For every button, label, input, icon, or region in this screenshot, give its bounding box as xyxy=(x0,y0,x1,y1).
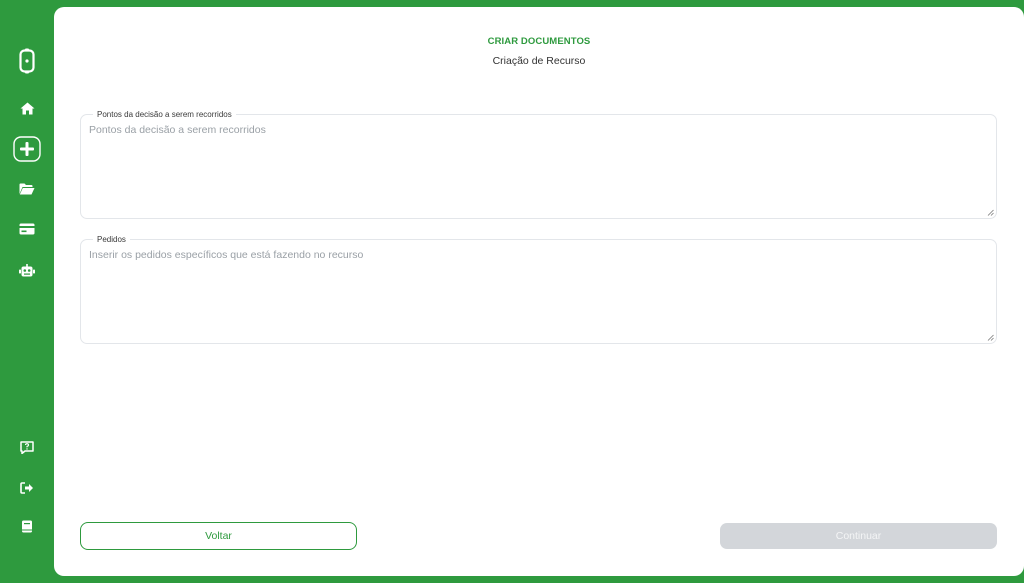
robot-icon[interactable] xyxy=(0,256,54,284)
requests-label: Pedidos xyxy=(93,234,130,245)
decision-points-placeholder[interactable]: Pontos da decisão a serem recorridos xyxy=(89,123,988,210)
decision-points-field[interactable]: Pontos da decisão a serem recorridos Pon… xyxy=(80,109,997,219)
continue-button[interactable]: Continuar xyxy=(720,523,997,549)
add-document-icon[interactable] xyxy=(0,134,54,164)
resize-handle-icon[interactable] xyxy=(987,334,994,341)
back-button[interactable]: Voltar xyxy=(80,522,357,550)
logout-icon[interactable] xyxy=(0,474,54,502)
page-title: CRIAR DOCUMENTOS xyxy=(487,36,591,47)
page-subtitle: Criação de Recurso xyxy=(492,55,586,67)
home-icon[interactable] xyxy=(0,94,54,122)
app-logo-icon[interactable] xyxy=(0,46,54,76)
credit-card-icon[interactable] xyxy=(0,215,54,243)
main-panel: CRIAR DOCUMENTOS Criação de Recurso Pont… xyxy=(54,7,1024,576)
resize-handle-icon[interactable] xyxy=(987,209,994,216)
sidebar xyxy=(0,0,54,583)
requests-placeholder[interactable]: Inserir os pedidos específicos que está … xyxy=(89,248,988,335)
requests-field[interactable]: Pedidos Inserir os pedidos específicos q… xyxy=(80,234,997,344)
help-chat-icon[interactable] xyxy=(0,433,54,461)
folder-open-icon[interactable] xyxy=(0,175,54,203)
book-icon[interactable] xyxy=(0,512,54,540)
decision-points-label: Pontos da decisão a serem recorridos xyxy=(93,109,236,120)
